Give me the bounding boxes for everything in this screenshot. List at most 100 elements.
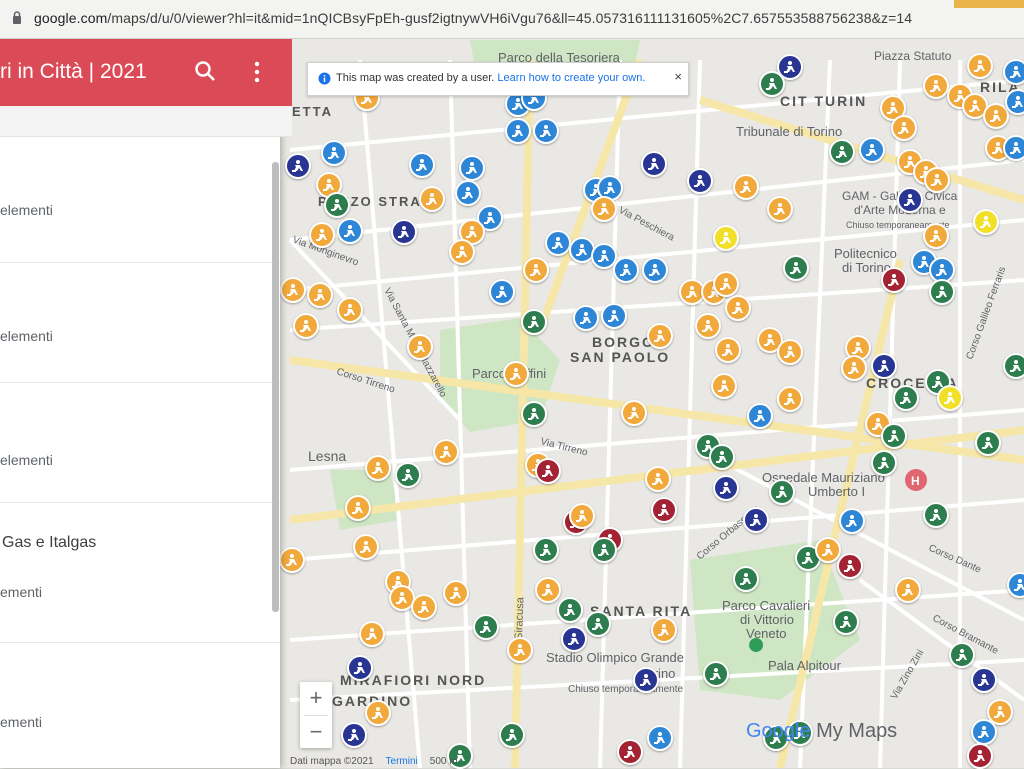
worksite-marker[interactable] [569,503,595,529]
worksite-marker[interactable] [967,743,993,769]
worksite-marker[interactable] [895,577,921,603]
worksite-marker[interactable] [591,196,617,222]
worksite-marker[interactable] [837,553,863,579]
worksite-marker[interactable] [337,218,363,244]
worksite-marker[interactable] [359,621,385,647]
worksite-marker[interactable] [841,355,867,381]
worksite-marker[interactable] [433,439,459,465]
worksite-marker[interactable] [365,700,391,726]
worksite-marker[interactable] [535,458,561,484]
worksite-marker[interactable] [815,537,841,563]
worksite-marker[interactable] [561,626,587,652]
search-icon[interactable] [194,60,216,82]
worksite-marker[interactable] [285,153,311,179]
worksite-marker[interactable] [409,152,435,178]
worksite-marker[interactable] [715,337,741,363]
worksite-marker[interactable] [783,255,809,281]
worksite-marker[interactable] [971,719,997,745]
worksite-marker[interactable] [341,722,367,748]
worksite-marker[interactable] [337,297,363,323]
worksite-marker[interactable] [407,334,433,360]
worksite-marker[interactable] [703,661,729,687]
worksite-marker[interactable] [695,313,721,339]
worksite-marker[interactable] [419,186,445,212]
worksite-marker[interactable] [709,444,735,470]
worksite-marker[interactable] [759,71,785,97]
worksite-marker[interactable] [1005,89,1024,115]
layer-item[interactable]: Gas e Italgas ementi [0,502,280,643]
worksite-marker[interactable] [521,309,547,335]
worksite-marker[interactable] [573,305,599,331]
worksite-marker[interactable] [391,219,417,245]
worksite-marker[interactable] [949,642,975,668]
worksite-marker[interactable] [733,174,759,200]
worksite-marker[interactable] [897,187,923,213]
worksite-marker[interactable] [645,466,671,492]
worksite-marker[interactable] [924,167,950,193]
worksite-marker[interactable] [929,279,955,305]
worksite-marker[interactable] [747,403,773,429]
zoom-out-button[interactable]: − [300,716,332,748]
worksite-marker[interactable] [725,295,751,321]
worksite-marker[interactable] [473,614,499,640]
worksite-marker[interactable] [871,450,897,476]
worksite-marker[interactable] [395,462,421,488]
worksite-marker[interactable] [280,277,306,303]
layer-item[interactable]: ementi [0,642,280,768]
worksite-marker[interactable] [767,196,793,222]
worksite-marker[interactable] [521,401,547,427]
worksite-marker[interactable] [871,353,897,379]
worksite-marker[interactable] [321,140,347,166]
worksite-marker[interactable] [1003,353,1024,379]
layer-item[interactable]: elementi [0,262,280,383]
worksite-marker[interactable] [839,508,865,534]
worksite-marker[interactable] [971,667,997,693]
worksite-marker[interactable] [557,597,583,623]
worksite-marker[interactable] [881,423,907,449]
worksite-marker[interactable] [937,385,963,411]
worksite-marker[interactable] [651,497,677,523]
worksite-marker[interactable] [533,537,559,563]
worksite-marker[interactable] [967,53,993,79]
worksite-marker[interactable] [345,495,371,521]
worksite-marker[interactable] [449,239,475,265]
worksite-marker[interactable] [829,139,855,165]
worksite-marker[interactable] [777,386,803,412]
worksite-marker[interactable] [523,257,549,283]
worksite-marker[interactable] [503,361,529,387]
zoom-in-button[interactable]: + [300,682,332,714]
sidebar-scrollbar[interactable] [272,162,279,612]
worksite-marker[interactable] [365,455,391,481]
browser-url-bar[interactable]: google.com/maps/d/u/0/viewer?hl=it&mid=1… [0,0,1024,39]
worksite-marker[interactable] [353,534,379,560]
terms-link[interactable]: Termini [386,756,418,767]
worksite-marker[interactable] [713,475,739,501]
worksite-marker[interactable] [833,609,859,635]
layer-item[interactable]: elementi [0,136,280,263]
worksite-marker[interactable] [881,267,907,293]
close-icon[interactable]: × [674,69,682,84]
worksite-marker[interactable] [489,279,515,305]
worksite-marker[interactable] [769,479,795,505]
worksite-marker[interactable] [507,637,533,663]
learn-more-link[interactable]: Learn how to create your own. [497,72,645,84]
worksite-marker[interactable] [859,137,885,163]
worksite-marker[interactable] [617,739,643,765]
worksite-marker[interactable] [621,400,647,426]
worksite-marker[interactable] [1003,59,1024,85]
worksite-marker[interactable] [893,385,919,411]
worksite-marker[interactable] [923,502,949,528]
worksite-marker[interactable] [975,430,1001,456]
worksite-marker[interactable] [687,168,713,194]
worksite-marker[interactable] [923,73,949,99]
worksite-marker[interactable] [309,222,335,248]
worksite-marker[interactable] [891,115,917,141]
worksite-marker[interactable] [455,180,481,206]
worksite-marker[interactable] [443,580,469,606]
worksite-marker[interactable] [647,725,673,751]
worksite-marker[interactable] [642,257,668,283]
worksite-marker[interactable] [545,230,571,256]
worksite-marker[interactable] [347,655,373,681]
worksite-marker[interactable] [293,313,319,339]
worksite-marker[interactable] [535,577,561,603]
